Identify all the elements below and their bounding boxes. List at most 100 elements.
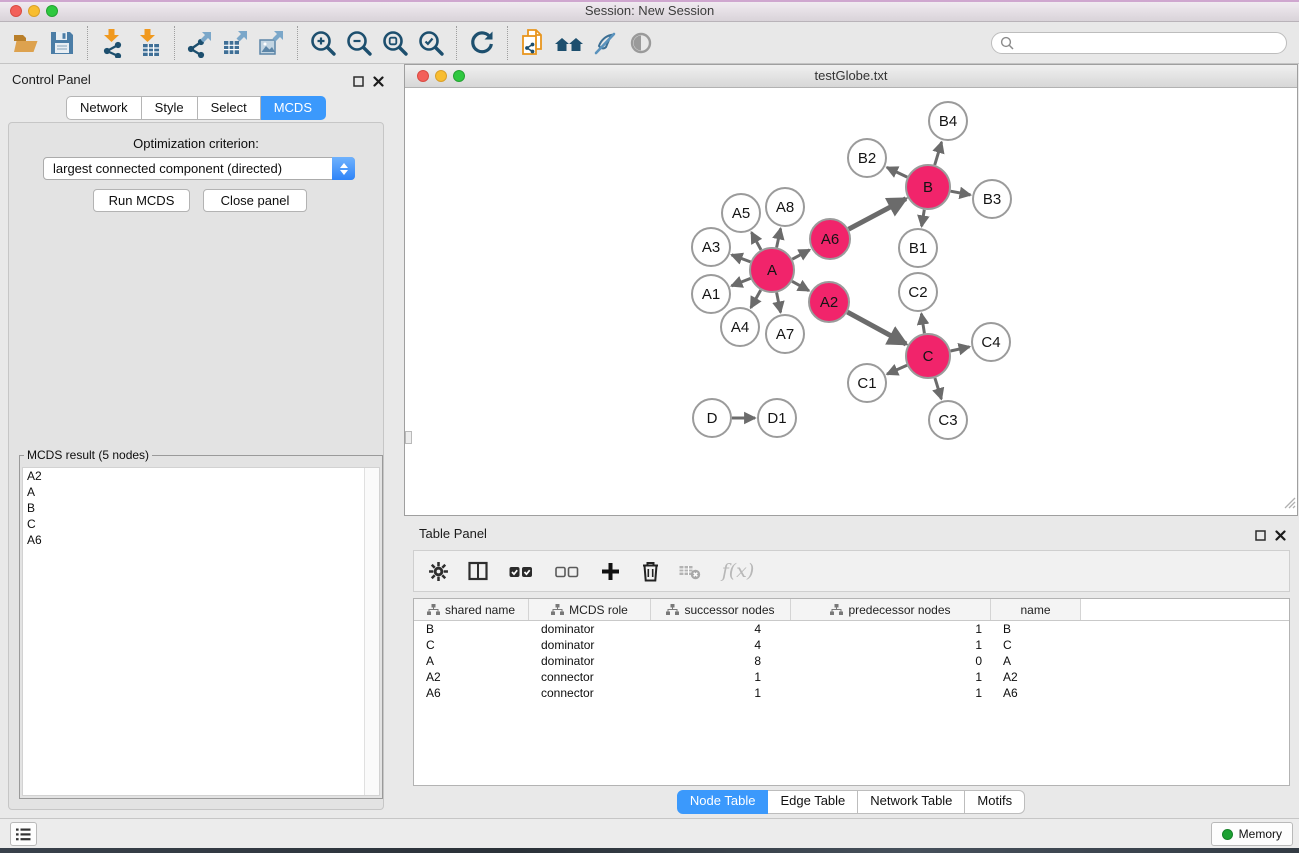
column-header-successor-nodes[interactable]: successor nodes [651, 599, 791, 620]
edge-A-A4[interactable] [751, 290, 761, 308]
show-graphics-details-icon[interactable] [623, 25, 659, 61]
edge-A-A7[interactable] [777, 293, 781, 313]
export-table-icon[interactable] [218, 25, 254, 61]
cell[interactable]: dominator [529, 637, 651, 653]
node-B2[interactable]: B2 [848, 139, 886, 177]
cell[interactable]: A6 [991, 685, 1081, 701]
result-item-a2[interactable]: A2 [23, 468, 379, 484]
criterion-dropdown[interactable]: largest connected component (directed) [43, 157, 355, 180]
result-item-a6[interactable]: A6 [23, 532, 379, 548]
tab-select[interactable]: Select [198, 96, 261, 120]
node-B[interactable]: B [906, 165, 950, 209]
tab-style[interactable]: Style [142, 96, 198, 120]
edge-C-C4[interactable] [951, 347, 970, 351]
edge-A-A1[interactable] [732, 278, 751, 286]
edge-A-A8[interactable] [777, 229, 781, 248]
tab-mcds[interactable]: MCDS [261, 96, 326, 120]
edge-C-C3[interactable] [935, 378, 942, 399]
tab-network[interactable]: Network [66, 96, 142, 120]
cell[interactable]: A2 [414, 669, 529, 685]
delete-column-icon[interactable] [638, 559, 662, 583]
search-box[interactable] [991, 32, 1287, 54]
cell[interactable]: 4 [651, 621, 791, 637]
edge-C-C2[interactable] [921, 314, 924, 334]
close-panel-button[interactable]: Close panel [203, 189, 307, 212]
table-tab-node-table[interactable]: Node Table [677, 790, 769, 814]
app-titlebar[interactable]: Session: New Session [0, 0, 1299, 22]
table-tab-edge-table[interactable]: Edge Table [768, 790, 858, 814]
add-column-icon[interactable] [598, 559, 622, 583]
export-network-icon[interactable] [182, 25, 218, 61]
node-C3[interactable]: C3 [929, 401, 967, 439]
float-panel-icon[interactable] [353, 74, 364, 92]
cell[interactable]: 1 [651, 669, 791, 685]
cell[interactable]: dominator [529, 621, 651, 637]
import-network-icon[interactable] [95, 25, 131, 61]
node-B4[interactable]: B4 [929, 102, 967, 140]
node-A1[interactable]: A1 [692, 275, 730, 313]
delete-table-icon[interactable] [678, 559, 702, 583]
cell[interactable]: A [414, 653, 529, 669]
run-mcds-button[interactable]: Run MCDS [93, 189, 190, 212]
column-header-mcds-role[interactable]: MCDS role [529, 599, 651, 620]
zoom-in-icon[interactable] [305, 25, 341, 61]
select-all-icon[interactable] [506, 559, 536, 583]
zoom-selected-icon[interactable] [413, 25, 449, 61]
edge-C-C1[interactable] [887, 365, 907, 374]
cell[interactable]: A [991, 653, 1081, 669]
node-C[interactable]: C [906, 334, 950, 378]
hide-graphics-details-icon[interactable] [587, 25, 623, 61]
table-row-b[interactable]: Bdominator41B [414, 621, 1289, 637]
frame-corner-resize-grip[interactable] [1283, 496, 1296, 514]
cell[interactable]: C [414, 637, 529, 653]
edge-A-A5[interactable] [752, 232, 762, 250]
cell[interactable]: 4 [651, 637, 791, 653]
save-session-icon[interactable] [44, 25, 80, 61]
close-panel-icon[interactable] [373, 74, 384, 92]
network-canvas[interactable]: B4B2BB3A5A8A6B1A3AC2A1A2A4A7C4CC1DD1C3 [405, 88, 1297, 515]
cell[interactable]: A2 [991, 669, 1081, 685]
edge-A-A6[interactable] [792, 250, 809, 259]
search-input[interactable] [1019, 35, 1286, 51]
show-columns-icon[interactable] [466, 559, 490, 583]
edge-B-B1[interactable] [922, 210, 925, 227]
cell[interactable]: 1 [651, 685, 791, 701]
memory-button[interactable]: Memory [1211, 822, 1293, 846]
cell[interactable]: 8 [651, 653, 791, 669]
node-A2[interactable]: A2 [809, 282, 849, 322]
table-tab-network-table[interactable]: Network Table [858, 790, 965, 814]
cell[interactable]: 1 [791, 621, 991, 637]
new-network-from-selection-icon[interactable] [515, 25, 551, 61]
node-C4[interactable]: C4 [972, 323, 1010, 361]
refresh-layout-icon[interactable] [464, 25, 500, 61]
cell[interactable]: C [991, 637, 1081, 653]
cell[interactable]: 1 [791, 669, 991, 685]
result-item-b[interactable]: B [23, 500, 379, 516]
node-C2[interactable]: C2 [899, 273, 937, 311]
edge-A2-C[interactable] [847, 312, 906, 344]
task-history-button[interactable] [10, 822, 37, 846]
column-header-name[interactable]: name [991, 599, 1081, 620]
node-D1[interactable]: D1 [758, 399, 796, 437]
cell[interactable]: connector [529, 669, 651, 685]
column-header-shared-name[interactable]: shared name [414, 599, 529, 620]
edge-A-A2[interactable] [792, 281, 809, 290]
table-row-c[interactable]: Cdominator41C [414, 637, 1289, 653]
node-A7[interactable]: A7 [766, 315, 804, 353]
cell[interactable]: dominator [529, 653, 651, 669]
edge-A6-B[interactable] [849, 199, 906, 230]
table-row-a6[interactable]: A6connector11A6 [414, 685, 1289, 701]
node-A[interactable]: A [750, 248, 794, 292]
edge-A-A3[interactable] [732, 255, 751, 262]
node-C1[interactable]: C1 [848, 364, 886, 402]
node-A8[interactable]: A8 [766, 188, 804, 226]
zoom-out-icon[interactable] [341, 25, 377, 61]
open-session-icon[interactable] [8, 25, 44, 61]
cell[interactable]: 0 [791, 653, 991, 669]
import-table-icon[interactable] [131, 25, 167, 61]
attribute-settings-icon[interactable] [426, 559, 450, 583]
edge-B-B3[interactable] [951, 191, 971, 195]
close-panel-icon[interactable] [1275, 528, 1286, 546]
edge-B-B4[interactable] [935, 142, 942, 165]
node-A3[interactable]: A3 [692, 228, 730, 266]
